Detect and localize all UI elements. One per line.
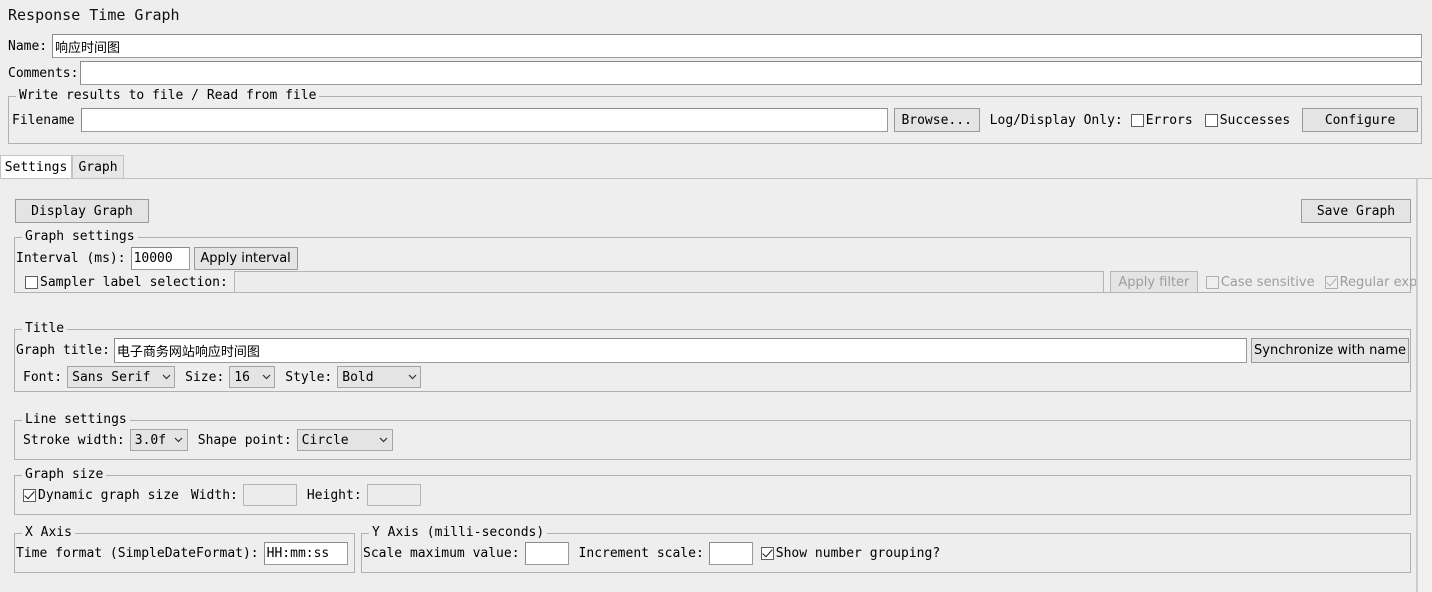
chevron-down-icon <box>406 367 418 387</box>
increment-scale-input[interactable] <box>708 542 753 565</box>
font-label: Font: <box>23 369 63 385</box>
height-input[interactable] <box>366 484 421 506</box>
line-settings-panel: Line settings Stroke width: 3.0f Shape p… <box>14 413 1411 460</box>
chevron-down-icon <box>378 430 390 450</box>
sampler-filter-input[interactable] <box>233 271 1104 293</box>
chevron-down-icon <box>260 367 272 387</box>
graph-size-legend: Graph size <box>22 468 107 482</box>
x-axis-legend: X Axis <box>22 526 75 540</box>
size-label: Size: <box>185 369 225 385</box>
font-select-value: Sans Serif <box>72 369 151 385</box>
regular-exp-box[interactable] <box>1324 275 1338 289</box>
y-axis-panel: Y Axis (milli-seconds) Scale maximum val… <box>361 526 1411 573</box>
height-label: Height: <box>306 487 362 503</box>
increment-scale-label: Increment scale: <box>578 546 704 561</box>
log-display-only-label: Log/Display Only: <box>989 112 1123 128</box>
font-select[interactable]: Sans Serif <box>67 366 176 388</box>
title-panel: Title Graph title: 电子商务网站响应时间图 Synchroni… <box>14 322 1411 392</box>
size-select[interactable]: 16 <box>229 366 276 388</box>
graph-title-label: Graph title: <box>16 343 110 358</box>
show-number-grouping-box[interactable] <box>760 547 774 560</box>
size-select-value: 16 <box>234 369 250 385</box>
stroke-width-value: 3.0f <box>134 432 167 448</box>
filename-input[interactable] <box>80 108 888 132</box>
comments-label: Comments: <box>8 65 79 81</box>
show-number-grouping-label: Show number grouping? <box>775 546 941 561</box>
name-row: Name: 响应时间图 <box>8 34 1422 58</box>
dynamic-graph-size-box[interactable] <box>23 488 36 502</box>
page-title: Response Time Graph <box>8 6 180 24</box>
apply-interval-button[interactable]: Apply interval <box>193 247 298 270</box>
style-label: Style: <box>285 369 333 385</box>
title-legend: Title <box>22 322 68 336</box>
shape-point-label: Shape point: <box>197 432 292 448</box>
interval-input[interactable]: 10000 <box>130 247 190 270</box>
successes-checkbox[interactable]: Successes <box>1204 112 1291 128</box>
case-sensitive-box[interactable] <box>1205 275 1219 289</box>
synchronize-with-name-button[interactable]: Synchronize with name <box>1251 338 1409 363</box>
successes-checkbox-box[interactable] <box>1204 113 1218 127</box>
graph-title-input[interactable]: 电子商务网站响应时间图 <box>113 338 1247 363</box>
save-graph-button[interactable]: Save Graph <box>1301 199 1411 223</box>
display-graph-button[interactable]: Display Graph <box>15 199 149 223</box>
graph-settings-legend: Graph settings <box>22 230 138 244</box>
x-axis-panel: X Axis Time format (SimpleDateFormat): H… <box>14 526 355 573</box>
dynamic-graph-size-label: Dynamic graph size <box>38 487 179 503</box>
tab-graph[interactable]: Graph <box>72 155 124 179</box>
successes-checkbox-label: Successes <box>1219 112 1291 128</box>
width-input[interactable] <box>242 484 297 506</box>
style-select-value: Bold <box>342 369 374 385</box>
stroke-width-select[interactable]: 3.0f <box>129 429 188 451</box>
filename-label: Filename <box>12 112 75 128</box>
graph-size-panel: Graph size Dynamic graph size Width: Hei… <box>14 468 1411 515</box>
time-format-label: Time format (SimpleDateFormat): <box>16 546 259 561</box>
sampler-label-selection-box[interactable] <box>25 275 38 289</box>
show-number-grouping-checkbox[interactable]: Show number grouping? <box>760 546 941 561</box>
write-results-legend: Write results to file / Read from file <box>16 89 320 103</box>
name-label: Name: <box>8 38 48 54</box>
scale-maximum-value-input[interactable] <box>524 542 569 565</box>
style-select[interactable]: Bold <box>337 366 422 388</box>
settings-content: Display Graph Save Graph Graph settings … <box>0 179 1432 592</box>
name-input[interactable]: 响应时间图 <box>52 34 1422 58</box>
apply-filter-button[interactable]: Apply filter <box>1109 271 1198 293</box>
tab-settings[interactable]: Settings <box>0 155 72 179</box>
shape-point-select[interactable]: Circle <box>296 429 393 451</box>
regular-exp-checkbox[interactable]: Regular exp. <box>1324 274 1422 290</box>
comments-row: Comments: <box>8 61 1422 85</box>
errors-checkbox[interactable]: Errors <box>1130 112 1193 128</box>
vertical-scrollbar[interactable] <box>1417 179 1432 592</box>
stroke-width-label: Stroke width: <box>23 432 125 448</box>
y-axis-legend: Y Axis (milli-seconds) <box>369 526 548 540</box>
graph-settings-panel: Graph settings Interval (ms): 10000 Appl… <box>14 230 1421 293</box>
chevron-down-icon <box>160 367 172 387</box>
errors-checkbox-box[interactable] <box>1130 113 1144 127</box>
chevron-down-icon <box>173 430 185 450</box>
time-format-input[interactable]: HH:mm:ss <box>263 542 348 565</box>
line-settings-legend: Line settings <box>22 413 130 427</box>
comments-input[interactable] <box>80 61 1422 85</box>
dynamic-graph-size-checkbox[interactable]: Dynamic graph size <box>23 488 179 503</box>
shape-point-value: Circle <box>301 432 349 448</box>
browse-button[interactable]: Browse... <box>893 108 980 132</box>
scale-maximum-value-label: Scale maximum value: <box>363 546 520 561</box>
interval-label: Interval (ms): <box>16 251 126 266</box>
regular-exp-label: Regular exp. <box>1339 274 1422 290</box>
tab-bar: Settings Graph <box>0 155 1432 179</box>
width-label: Width: <box>190 487 238 503</box>
configure-button[interactable]: Configure <box>1302 108 1418 132</box>
case-sensitive-label: Case sensitive <box>1220 274 1315 290</box>
errors-checkbox-label: Errors <box>1145 112 1193 128</box>
sampler-label-selection-label: Sampler label selection: <box>40 274 228 290</box>
response-time-graph-panel: Response Time Graph Name: 响应时间图 Comments… <box>0 0 1432 592</box>
case-sensitive-checkbox[interactable]: Case sensitive <box>1205 274 1315 290</box>
write-results-panel: Write results to file / Read from file F… <box>8 89 1422 144</box>
sampler-label-selection-checkbox[interactable]: Sampler label selection: <box>25 275 228 290</box>
